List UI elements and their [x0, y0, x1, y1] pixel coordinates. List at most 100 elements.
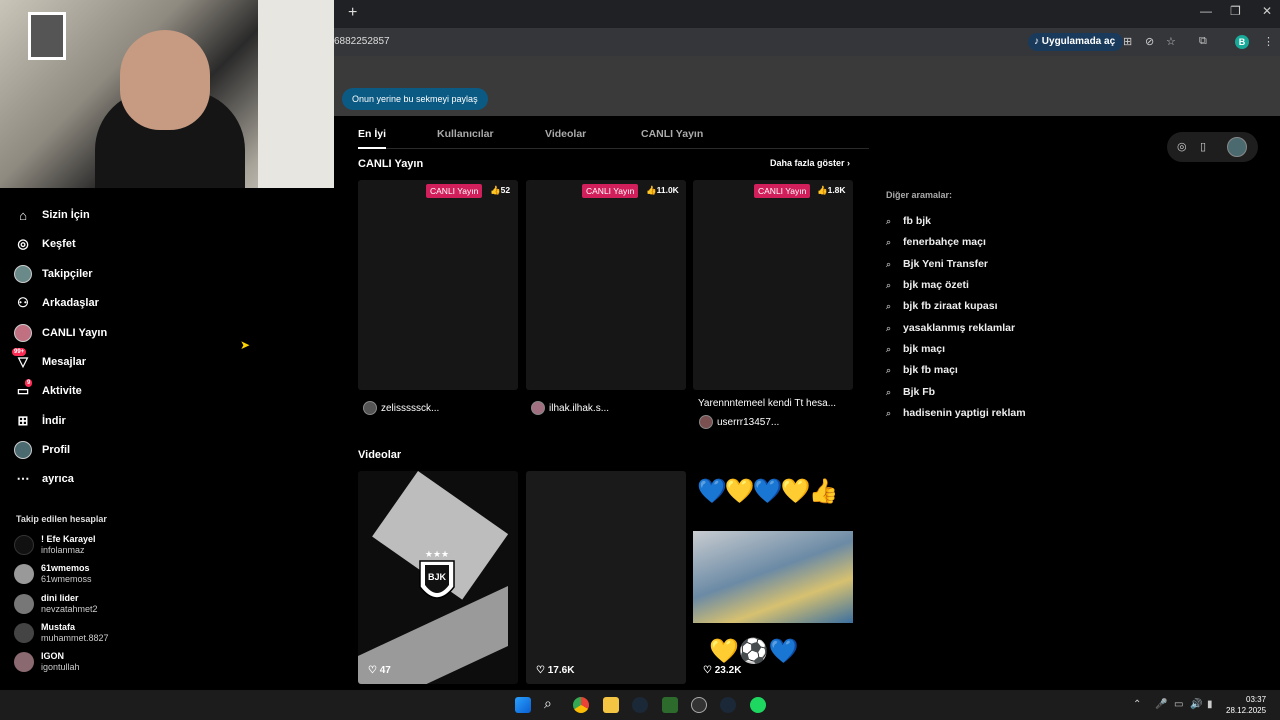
share-this-tab-button[interactable]: Onun yerine bu sekmeyi paylaş	[342, 88, 488, 110]
sidebar-item-label: CANLI Yayın	[42, 327, 108, 339]
show-more-link[interactable]: Daha fazla göster ›	[770, 158, 850, 168]
live-icon	[14, 324, 32, 342]
live-card-title[interactable]: Yarennntemeel kendi Tt hesa...	[698, 398, 836, 409]
following-account[interactable]: 61wmemos 61wmemoss	[14, 561, 92, 587]
menu-kebab-icon[interactable]: ⋮	[1263, 35, 1274, 48]
microphone-icon[interactable]: 🎤	[1155, 699, 1167, 710]
restore-button[interactable]: ❐	[1230, 4, 1241, 18]
open-in-app-label: Uygulamada aç	[1041, 36, 1116, 47]
account-username: infolanmaz	[41, 545, 85, 555]
search-icon: ⌕	[886, 236, 892, 247]
search-icon[interactable]: ⌕	[544, 695, 552, 712]
file-explorer-icon[interactable]	[603, 697, 619, 713]
search-suggestion[interactable]: ⌕ hadisenin yaptigi reklam	[886, 407, 1026, 419]
chevron-right-icon: ›	[847, 158, 851, 168]
search-suggestion[interactable]: ⌕ bjk maçı	[886, 343, 945, 355]
live-card[interactable]: CANLI Yayın 👍52	[358, 180, 518, 390]
close-window-button[interactable]: ✕	[1262, 4, 1272, 18]
system-clock[interactable]: 03:37 28.12.2025	[1226, 694, 1266, 716]
sidebar-item-more[interactable]: ⋯ ayrıca	[14, 468, 74, 490]
translate-icon[interactable]: ⊞	[1123, 35, 1132, 48]
suggestion-text: Bjk Yeni Transfer	[903, 258, 989, 270]
following-account[interactable]: Mustafa muhammet.8827	[14, 620, 109, 646]
suggestion-text: hadisenin yaptigi reklam	[903, 407, 1026, 419]
url-text[interactable]: 6882252857	[334, 36, 390, 47]
live-card[interactable]: CANLI Yayın 👍1.8K	[693, 180, 853, 390]
search-suggestion[interactable]: ⌕ Bjk Yeni Transfer	[886, 258, 988, 270]
share-notification-bar: Onun yerine bu sekmeyi paylaş	[334, 56, 1280, 116]
minimize-button[interactable]: —	[1200, 4, 1212, 18]
live-card-user[interactable]: zelisssssck...	[363, 401, 439, 415]
compass-icon[interactable]: ◎	[1177, 140, 1187, 153]
avatar	[14, 594, 34, 614]
search-suggestion[interactable]: ⌕ bjk fb ziraat kupası	[886, 300, 998, 312]
video-card[interactable]: ★★★ BJK ♡ 47	[358, 471, 518, 684]
spotify-icon[interactable]	[750, 697, 766, 713]
eye-slash-icon[interactable]: ⊘	[1145, 35, 1154, 48]
search-icon: ⌕	[886, 300, 892, 311]
tab-users[interactable]: Kullanıcılar	[437, 128, 494, 140]
suggestion-text: bjk fb maçı	[903, 364, 958, 376]
sidebar-item-download[interactable]: ⊞ İndir	[14, 410, 66, 432]
thumbs-up-icon: 👍	[490, 185, 501, 195]
browser-tab-bar: + — ❐ ✕	[334, 0, 1280, 28]
app-icon[interactable]	[691, 697, 707, 713]
wall-picture	[28, 12, 66, 60]
network-icon[interactable]: ▭	[1174, 699, 1183, 710]
live-card-user[interactable]: ilhak.ilhak.s...	[531, 401, 609, 415]
suggestion-text: fenerbahçe maçı	[903, 236, 986, 248]
new-tab-button[interactable]: +	[348, 4, 357, 22]
sidebar-item-profile[interactable]: Profil	[14, 439, 70, 461]
likes-count: 52	[500, 185, 511, 195]
sidebar-item-activity[interactable]: ▭ 9 Aktivite	[14, 379, 82, 402]
phone-icon[interactable]: ▯	[1200, 140, 1206, 153]
search-suggestion[interactable]: ⌕ bjk fb maçı	[886, 364, 958, 376]
following-account[interactable]: ! Efe Karayel infolanmaz	[14, 532, 96, 558]
chevron-up-icon[interactable]: ⌃	[1133, 699, 1141, 710]
video-card[interactable]: ♡ 17.6K	[526, 471, 686, 684]
windows-start-icon[interactable]	[515, 697, 531, 713]
tab-top[interactable]: En İyi	[358, 128, 386, 140]
profile-avatar[interactable]: B	[1235, 35, 1249, 49]
sidebar-item-label: Mesajlar	[42, 356, 87, 368]
hearts-emoji-row: 💛⚽💙	[709, 638, 799, 665]
steam-icon[interactable]	[720, 697, 736, 713]
search-suggestion[interactable]: ⌕ fb bjk	[886, 215, 931, 227]
sidebar-item-label: Takipçiler	[42, 268, 93, 280]
sidebar-item-explore[interactable]: ◎ Keşfet	[14, 233, 75, 255]
chrome-icon[interactable]	[573, 697, 589, 713]
video-card[interactable]: 💙💛💙💛👍 💛⚽💙 ♡ 23.2K	[693, 471, 853, 684]
sidebar-item-friends[interactable]: ⚇ Arkadaşlar	[14, 292, 99, 314]
sidebar-item-for-you[interactable]: ⌂ Sizin İçin	[14, 204, 90, 226]
steam-icon[interactable]	[632, 697, 648, 713]
tab-videos[interactable]: Videolar	[545, 128, 586, 140]
search-suggestion[interactable]: ⌕ Bjk Fb	[886, 386, 935, 398]
search-suggestion[interactable]: ⌕ yasaklanmış reklamlar	[886, 322, 1015, 334]
sidebar-item-messages[interactable]: ▽ 99+ Mesajlar	[12, 348, 87, 373]
app-icon[interactable]	[662, 697, 678, 713]
search-suggestion[interactable]: ⌕ fenerbahçe maçı	[886, 236, 986, 248]
bookmark-star-icon[interactable]: ☆	[1166, 35, 1176, 48]
tab-live[interactable]: CANLI Yayın	[641, 128, 703, 140]
sidebar-item-following[interactable]: Takipçiler	[14, 263, 93, 285]
tab-divider	[358, 148, 869, 149]
sidebar-item-label: ayrıca	[42, 473, 74, 485]
following-account[interactable]: dini lider nevzatahmet2	[14, 591, 98, 617]
extensions-icon[interactable]: ⧉	[1199, 35, 1207, 48]
following-account[interactable]: IGON igontullah	[14, 649, 80, 675]
live-card[interactable]: CANLI Yayın 👍11.0K	[526, 180, 686, 390]
search-icon: ⌕	[886, 407, 892, 418]
open-in-app-button[interactable]: ♪ Uygulamada aç	[1028, 33, 1124, 51]
volume-icon[interactable]: 🔊	[1190, 699, 1202, 710]
following-accounts-title: Takip edilen hesaplar	[16, 514, 107, 524]
thumbs-up-icon: 👍	[817, 185, 828, 195]
search-suggestion[interactable]: ⌕ bjk maç özeti	[886, 279, 969, 291]
avatar[interactable]	[1227, 137, 1247, 157]
live-card-user[interactable]: userrr13457...	[699, 415, 779, 429]
battery-icon[interactable]: ▮	[1207, 699, 1213, 710]
account-name: ! Efe Karayel	[41, 534, 96, 544]
live-tag: CANLI Yayın	[426, 184, 483, 198]
windows-taskbar: ⌕ ⌃ 🎤 ▭ 🔊 ▮ 03:37 28.12.2025	[0, 690, 1280, 720]
sidebar-item-live[interactable]: CANLI Yayın	[14, 322, 107, 344]
account-name: Mustafa	[41, 622, 76, 632]
